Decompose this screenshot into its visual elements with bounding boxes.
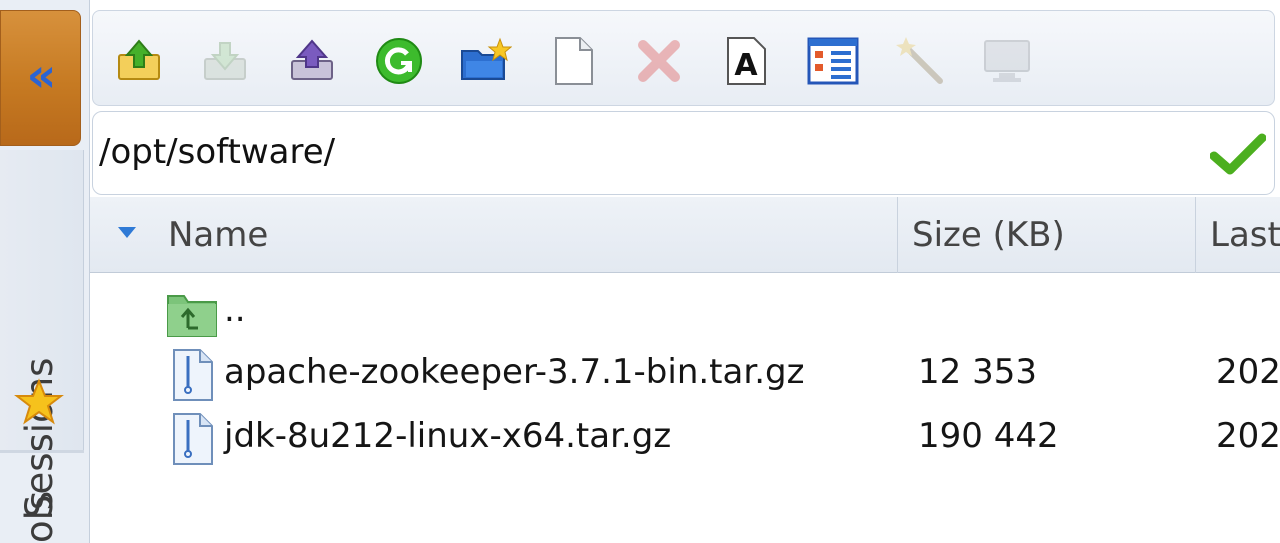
tab-tools-label: ols	[18, 490, 61, 543]
column-header-last-modified[interactable]: Last	[1196, 197, 1280, 273]
delete-button[interactable]	[633, 35, 685, 87]
view-mode-button[interactable]	[807, 35, 859, 87]
file-name: ..	[224, 290, 246, 330]
magic-button[interactable]	[894, 35, 946, 87]
column-header-size-label: Size (KB)	[912, 215, 1065, 255]
sort-descending-icon	[118, 227, 136, 238]
file-name: jdk-8u212-linux-x64.tar.gz	[224, 416, 672, 456]
path-input[interactable]	[99, 126, 1199, 178]
file-size: 12 353	[918, 352, 1037, 392]
new-file-icon	[555, 37, 593, 85]
download-button[interactable]	[199, 35, 251, 87]
file-last-modified: 202	[1216, 352, 1280, 392]
confirm-path-check-icon[interactable]	[1210, 132, 1266, 176]
side-tab-strip: « Sessions ols	[0, 0, 90, 543]
column-header-last-label: Last	[1210, 215, 1280, 255]
monitor-icon	[984, 40, 1030, 82]
file-name: apache-zookeeper-3.7.1-bin.tar.gz	[224, 352, 805, 392]
collapse-sidebar-button[interactable]: «	[0, 10, 81, 146]
upload-button[interactable]	[113, 35, 165, 87]
refresh-icon	[376, 38, 422, 84]
new-folder-button[interactable]	[460, 35, 512, 87]
path-bar	[92, 111, 1275, 195]
terminal-button[interactable]	[981, 35, 1033, 87]
file-list: .. apache-zookeeper-3.7.1-bin.tar.gz 12 …	[90, 274, 1280, 543]
file-row[interactable]: apache-zookeeper-3.7.1-bin.tar.gz 12 353…	[90, 342, 1280, 406]
file-size: 190 442	[918, 416, 1059, 456]
delete-icon	[638, 40, 680, 82]
svg-text:A: A	[734, 48, 758, 83]
magic-wand-icon	[896, 37, 943, 84]
file-last-modified: 202	[1216, 416, 1280, 456]
column-header-name[interactable]: Name	[90, 197, 898, 273]
star-icon	[14, 378, 64, 425]
new-file-button[interactable]	[547, 35, 599, 87]
archive-file-icon	[173, 413, 213, 465]
file-row-parent[interactable]: ..	[90, 280, 1280, 344]
view-list-icon	[807, 37, 859, 85]
sftp-toolbar: A	[92, 10, 1275, 106]
upload-folder-icon	[291, 39, 333, 80]
download-icon	[204, 42, 246, 80]
upload-folder-button[interactable]	[286, 35, 338, 87]
column-header-size[interactable]: Size (KB)	[898, 197, 1196, 273]
upload-icon	[118, 39, 160, 80]
file-row[interactable]: jdk-8u212-linux-x64.tar.gz 190 442 202	[90, 406, 1280, 470]
refresh-button[interactable]	[373, 35, 425, 87]
text-editor-button[interactable]: A	[720, 35, 772, 87]
double-chevron-left-icon: «	[26, 48, 57, 102]
new-folder-icon	[461, 37, 512, 80]
file-list-header: Name Size (KB) Last	[90, 197, 1280, 273]
archive-file-icon	[173, 349, 213, 401]
tab-divider	[0, 450, 84, 453]
text-icon: A	[727, 37, 766, 85]
parent-folder-icon	[167, 295, 217, 337]
column-header-name-label: Name	[168, 215, 269, 255]
